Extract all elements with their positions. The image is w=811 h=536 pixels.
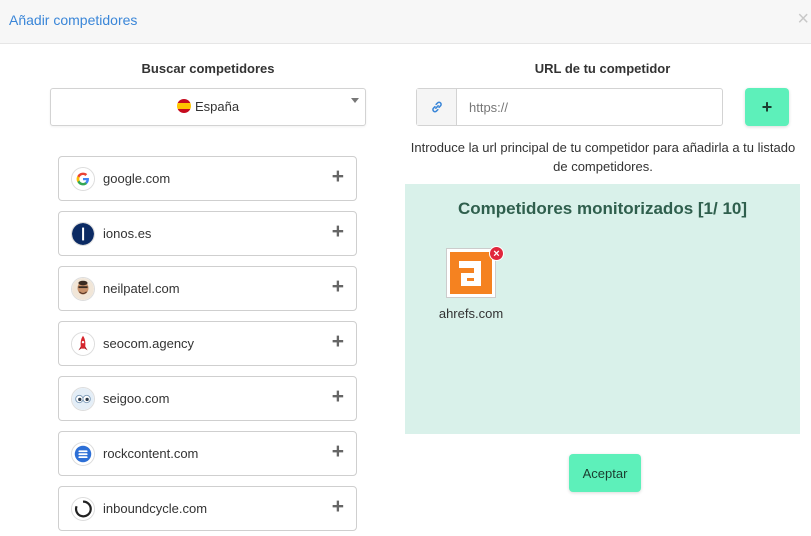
- search-title: Buscar competidores: [141, 61, 275, 76]
- url-input-group: [416, 88, 723, 126]
- modal-header: Añadir competidores ×: [0, 0, 811, 44]
- competitor-name: google.com: [103, 171, 171, 186]
- competitor-name: seigoo.com: [103, 391, 170, 406]
- caret-down-icon: [351, 98, 359, 103]
- spain-flag-icon: [176, 99, 191, 113]
- monitored-name: ahrefs.com: [438, 306, 504, 321]
- link-icon: [417, 89, 457, 125]
- monitored-item-ahrefs: × ahrefs.com: [436, 246, 506, 328]
- url-title: URL de tu competidor: [534, 61, 671, 76]
- competitor-item-inboundcycle[interactable]: inboundcycle.com +: [58, 486, 357, 531]
- neilpatel-avatar-icon: [71, 277, 95, 301]
- competitor-item-rockcontent[interactable]: rockcontent.com +: [58, 431, 357, 476]
- competitor-name: rockcontent.com: [103, 446, 199, 461]
- competitor-item-neilpatel[interactable]: neilpatel.com +: [58, 266, 357, 311]
- inboundcycle-ring-icon: [71, 497, 95, 521]
- plus-icon[interactable]: +: [332, 441, 344, 462]
- remove-icon[interactable]: ×: [489, 246, 504, 261]
- seigoo-eyes-icon: [71, 387, 95, 411]
- competitor-item-ionos[interactable]: ionos.es +: [58, 211, 357, 256]
- competitor-name: ionos.es: [103, 226, 152, 241]
- competitor-item-seigoo[interactable]: seigoo.com +: [58, 376, 357, 421]
- country-select[interactable]: España: [50, 88, 366, 126]
- ionos-logo-icon: [71, 222, 95, 246]
- plus-icon[interactable]: +: [332, 221, 344, 242]
- competitor-name: neilpatel.com: [103, 281, 180, 296]
- accept-button[interactable]: Aceptar: [569, 454, 641, 492]
- competitor-name: inboundcycle.com: [103, 501, 208, 516]
- google-logo-icon: [71, 167, 95, 191]
- plus-icon[interactable]: +: [332, 276, 344, 297]
- monitored-competitors-panel: Competidores monitorizados [1/ 10] × ahr…: [405, 184, 800, 434]
- plus-icon[interactable]: +: [332, 331, 344, 352]
- plus-icon[interactable]: +: [332, 496, 344, 517]
- url-help-text: Introduce la url principal de tu competi…: [410, 140, 796, 174]
- rockcontent-logo-icon: [71, 442, 95, 466]
- plus-icon[interactable]: +: [332, 166, 344, 187]
- seocom-rocket-icon: [71, 332, 95, 356]
- country-value: España: [194, 99, 240, 114]
- modal-title: Añadir competidores: [9, 12, 138, 28]
- monitored-title: Competidores monitorizados [1/ 10]: [457, 199, 748, 218]
- competitor-name: seocom.agency: [103, 336, 195, 351]
- competitor-item-google[interactable]: google.com +: [58, 156, 357, 201]
- competitor-url-input[interactable]: [458, 89, 722, 125]
- close-icon[interactable]: ×: [797, 9, 809, 29]
- add-url-button[interactable]: +: [745, 88, 789, 126]
- competitor-item-seocom[interactable]: seocom.agency +: [58, 321, 357, 366]
- plus-icon[interactable]: +: [332, 386, 344, 407]
